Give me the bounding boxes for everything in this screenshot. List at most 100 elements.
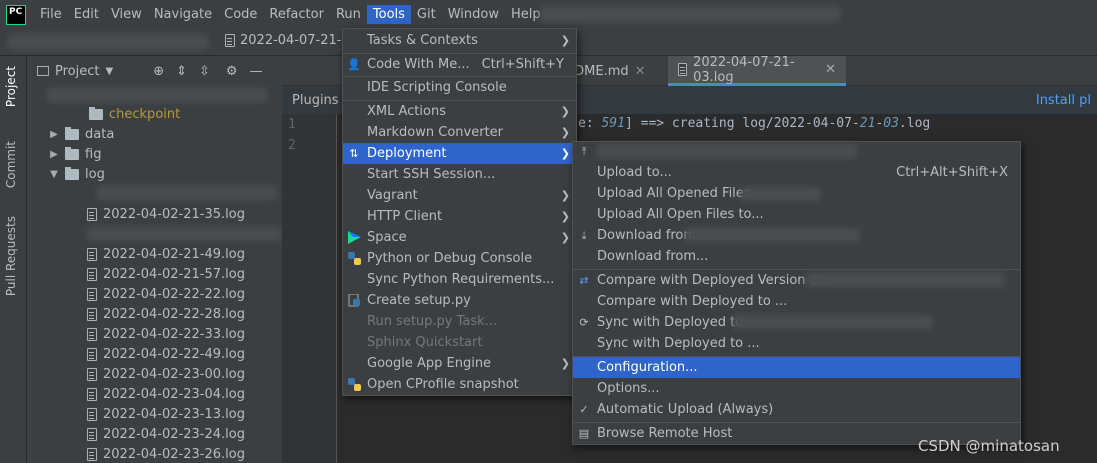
menu-window[interactable]: Window — [442, 5, 505, 24]
menu-item-deployment[interactable]: ⇅ Deployment ❯ — [343, 143, 576, 164]
locate-icon[interactable]: ⊕ — [153, 64, 164, 79]
menu-item-upload-to[interactable]: Upload to... Ctrl+Alt+Shift+X — [573, 162, 1020, 183]
chevron-right-icon: ❯ — [560, 210, 570, 223]
chevron-right-icon[interactable]: ▶ — [49, 149, 59, 160]
menu-item-label: Download from — [597, 228, 697, 243]
list-item[interactable]: 2022-04-02-21-35.log — [87, 204, 245, 224]
list-item[interactable]: 2022-04-02-21-57.log — [87, 264, 245, 284]
menu-item-sync-deployed-to[interactable]: Sync with Deployed to ... — [573, 333, 1020, 354]
menu-item-code-with-me[interactable]: 👤 Code With Me... Ctrl+Shift+Y — [343, 54, 576, 75]
file-icon — [87, 367, 97, 381]
menu-item-http-client[interactable]: HTTP Client ❯ — [343, 206, 576, 227]
chevron-down-icon[interactable]: ▼ — [105, 66, 113, 77]
menu-refactor[interactable]: Refactor — [263, 5, 330, 24]
redacted-region — [87, 227, 282, 241]
menu-run[interactable]: Run — [330, 5, 367, 24]
tree-item-fig[interactable]: ▶ fig — [49, 144, 101, 164]
menu-code[interactable]: Code — [218, 5, 263, 24]
menu-item-label: Deployment — [367, 146, 447, 161]
menu-item-compare-deployed-to[interactable]: Compare with Deployed to ... — [573, 291, 1020, 312]
redacted-region — [805, 273, 1005, 287]
gear-icon[interactable]: ⚙ — [226, 64, 238, 79]
menu-item-vagrant[interactable]: Vagrant ❯ — [343, 185, 576, 206]
redacted-region — [47, 88, 267, 102]
list-item[interactable]: 2022-04-02-23-13.log — [87, 404, 245, 424]
menu-item-label: Vagrant — [367, 188, 418, 203]
list-item[interactable]: 2022-04-02-23-04.log — [87, 384, 245, 404]
menu-item-start-ssh-session[interactable]: Start SSH Session... — [343, 164, 576, 185]
menu-item-tasks-contexts[interactable]: Tasks & Contexts ❯ — [343, 30, 576, 51]
file-icon — [87, 407, 97, 421]
list-item[interactable]: 2022-04-02-23-00.log — [87, 364, 245, 384]
menu-item-space[interactable]: Space ❯ — [343, 227, 576, 248]
menu-item-label: Google App Engine — [367, 356, 492, 371]
menu-item-run-setup-py-task[interactable]: Run setup.py Task... — [343, 311, 576, 332]
list-item[interactable]: 2022-04-02-22-33.log — [87, 324, 245, 344]
project-panel-header: Project ▼ ⊕ ⇕ ⇳ ⚙ — — [27, 56, 282, 86]
menu-view[interactable]: View — [105, 5, 148, 24]
folder-icon — [65, 126, 79, 140]
nav-file-label: 2022-04-07-21-03 — [240, 33, 359, 48]
tool-tab-pull-requests[interactable]: Pull Requests — [4, 216, 18, 296]
menu-item-xml-actions[interactable]: XML Actions ❯ — [343, 101, 576, 122]
chevron-down-icon[interactable]: ▼ — [49, 169, 59, 180]
line-number: 1 — [288, 117, 296, 132]
chevron-right-icon[interactable]: ▶ — [49, 129, 59, 140]
menu-git[interactable]: Git — [411, 5, 442, 24]
menu-item-markdown-converter[interactable]: Markdown Converter ❯ — [343, 122, 576, 143]
list-item[interactable]: 2022-04-02-22-22.log — [87, 284, 245, 304]
list-item[interactable]: 2022-04-02-22-28.log — [87, 304, 245, 324]
file-icon — [87, 307, 97, 321]
menu-item-create-setup-py[interactable]: Create setup.py — [343, 290, 576, 311]
menu-item-download-from[interactable]: Download from... — [573, 246, 1020, 267]
install-plugins-link[interactable]: Install pl — [1036, 93, 1091, 108]
menu-navigate[interactable]: Navigate — [148, 5, 218, 24]
deployment-submenu: ⤒ Upload to... Ctrl+Alt+Shift+X Upload Al… — [572, 141, 1021, 445]
list-item[interactable]: 2022-04-02-22-49.log — [87, 344, 245, 364]
list-item[interactable]: 2022-04-02-23-26.log — [87, 444, 245, 463]
menu-item-upload-all-open-files-to[interactable]: Upload All Open Files to... — [573, 204, 1020, 225]
tree-item-data[interactable]: ▶ data — [49, 124, 114, 144]
menu-item-label: HTTP Client — [367, 209, 443, 224]
menu-item-label: Markdown Converter — [367, 125, 504, 140]
menu-item-sync-python-requirements[interactable]: Sync Python Requirements... — [343, 269, 576, 290]
tree-item-log[interactable]: ▼ log — [49, 164, 105, 184]
file-label: 2022-04-02-22-33.log — [103, 326, 245, 342]
tree-item-checkpoint[interactable]: checkpoint — [89, 104, 180, 124]
menu-edit[interactable]: Edit — [68, 5, 105, 24]
project-view-selector[interactable]: Project — [55, 64, 99, 79]
list-item[interactable]: 2022-04-02-23-24.log — [87, 424, 245, 444]
menu-tools[interactable]: Tools — [366, 5, 411, 24]
expand-all-icon[interactable]: ⇕ — [176, 64, 187, 79]
menu-item-python-debug-console[interactable]: Python or Debug Console — [343, 248, 576, 269]
file-label: 2022-04-02-21-57.log — [103, 266, 245, 282]
menu-item-ide-scripting-console[interactable]: IDE Scripting Console — [343, 77, 576, 98]
close-icon[interactable]: ✕ — [635, 64, 646, 79]
menu-item-options[interactable]: Options... — [573, 378, 1020, 399]
close-icon[interactable]: ✕ — [825, 62, 836, 77]
tool-tab-project[interactable]: Project — [4, 66, 18, 107]
file-label: 2022-04-02-23-04.log — [103, 386, 245, 402]
redacted-region — [685, 228, 860, 242]
tool-tab-commit[interactable]: Commit — [4, 141, 18, 188]
menu-item-configuration[interactable]: Configuration... — [573, 357, 1020, 378]
menu-item-label: Space — [367, 230, 407, 245]
list-item[interactable]: 2022-04-02-21-49.log — [87, 244, 245, 264]
collapse-all-icon[interactable]: ⇳ — [199, 64, 210, 79]
file-icon — [225, 34, 235, 47]
menu-item-automatic-upload[interactable]: ✓ Automatic Upload (Always) — [573, 399, 1020, 420]
nav-file-crumb[interactable]: 2022-04-07-21-03 — [225, 33, 358, 48]
menu-item-sphinx-quickstart[interactable]: Sphinx Quickstart — [343, 332, 576, 353]
code-line-1[interactable]: e: 591] ==> creating log/2022-04-07-21-0… — [578, 116, 930, 131]
menu-file[interactable]: File — [34, 5, 68, 24]
code-text: ] ==> creating log/ — [624, 116, 774, 131]
minimize-icon[interactable]: — — [250, 64, 263, 79]
menu-item-open-cprofile-snapshot[interactable]: Open CProfile snapshot — [343, 374, 576, 395]
redacted-region — [8, 34, 208, 50]
menu-item-label: Browse Remote Host — [597, 426, 733, 441]
menu-item-label: Automatic Upload (Always) — [597, 402, 774, 417]
menu-item-google-app-engine[interactable]: Google App Engine ❯ — [343, 353, 576, 374]
tab-log-file[interactable]: 2022-04-07-21-03.log ✕ — [668, 55, 846, 86]
tools-menu: Tasks & Contexts ❯ 👤 Code With Me... Ctrl+S… — [342, 28, 577, 396]
deployment-icon: ⇅ — [349, 147, 359, 160]
